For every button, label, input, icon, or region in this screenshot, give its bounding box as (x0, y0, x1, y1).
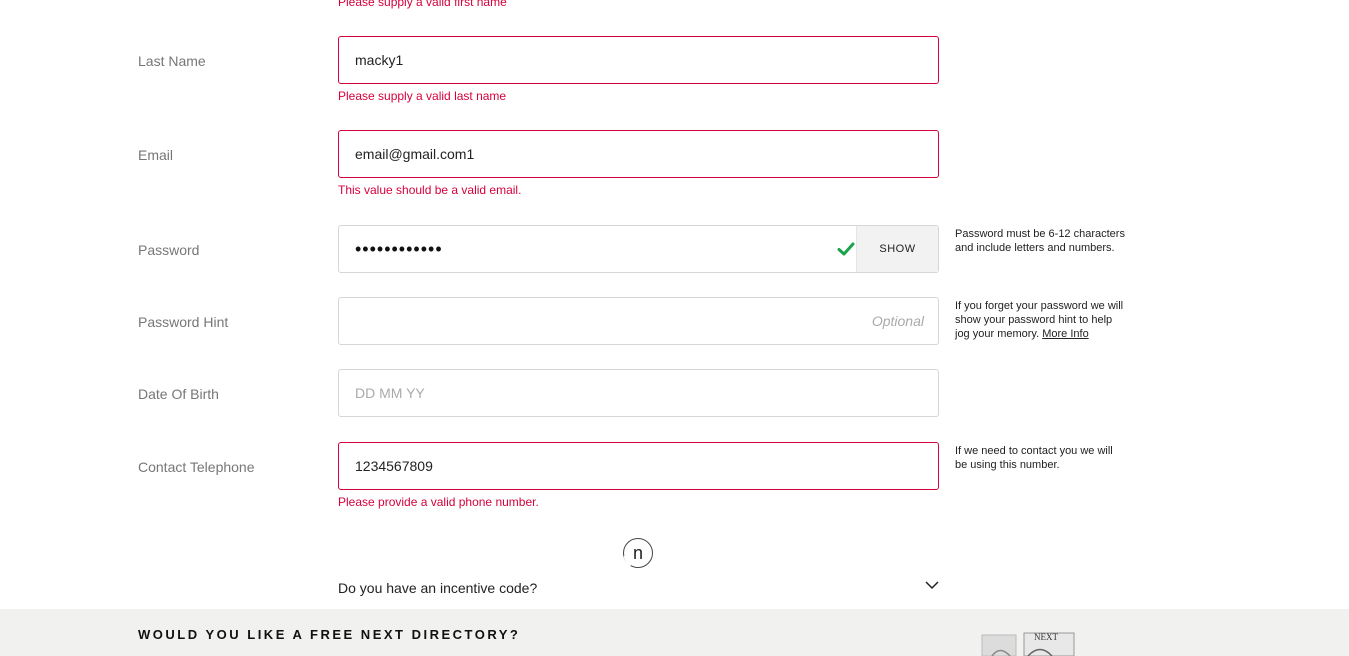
free-directory-banner: WOULD YOU LIKE A FREE NEXT DIRECTORY? NE… (0, 609, 1349, 656)
dob-label: Date Of Birth (138, 386, 219, 402)
password-masked-value[interactable]: •••••••••••• (355, 239, 443, 260)
email-label: Email (138, 147, 174, 163)
telephone-help: If we need to contact you we will be usi… (955, 445, 1113, 471)
password-hint-label: Password Hint (138, 314, 229, 330)
loader-glyph: n (633, 543, 643, 563)
chevron-down-icon (925, 581, 939, 590)
incentive-code-label: Do you have an incentive code? (338, 580, 538, 596)
password-hint-input[interactable] (339, 298, 938, 344)
dob-field[interactable] (338, 369, 939, 417)
telephone-input[interactable] (339, 443, 938, 489)
last-name-field[interactable] (338, 36, 939, 84)
checkmark-icon (837, 242, 855, 256)
email-input[interactable] (339, 131, 938, 177)
password-hint-help-text: If you forget your password we will show… (955, 300, 1124, 340)
loading-spinner-icon: n (623, 538, 653, 568)
last-name-error: Please supply a valid last name (338, 89, 507, 103)
password-help: Password must be 6-12 characters and inc… (955, 228, 1125, 254)
email-field[interactable] (338, 130, 939, 178)
password-hint-field[interactable]: Optional (338, 297, 939, 345)
telephone-label: Contact Telephone (138, 459, 255, 475)
catalog-brand: NEXT (1034, 632, 1058, 642)
first-name-error: Please supply a valid first name (338, 0, 507, 9)
incentive-code-toggle[interactable]: Do you have an incentive code? (338, 575, 939, 601)
show-password-button[interactable]: SHOW (856, 226, 938, 272)
email-error: This value should be a valid email. (338, 183, 522, 197)
telephone-error: Please provide a valid phone number. (338, 495, 539, 509)
password-hint-help: If you forget your password we will show… (955, 299, 1125, 341)
banner-title: WOULD YOU LIKE A FREE NEXT DIRECTORY? (138, 627, 521, 642)
more-info-link[interactable]: More Info (1042, 328, 1088, 340)
optional-indicator: Optional (871, 313, 924, 329)
last-name-label: Last Name (138, 53, 206, 69)
directory-catalog-image: NEXT (980, 629, 1076, 656)
password-label: Password (138, 242, 200, 258)
password-field[interactable]: •••••••••••• SHOW (338, 225, 939, 273)
telephone-field[interactable] (338, 442, 939, 490)
last-name-input[interactable] (339, 37, 938, 83)
dob-input[interactable] (339, 370, 938, 416)
